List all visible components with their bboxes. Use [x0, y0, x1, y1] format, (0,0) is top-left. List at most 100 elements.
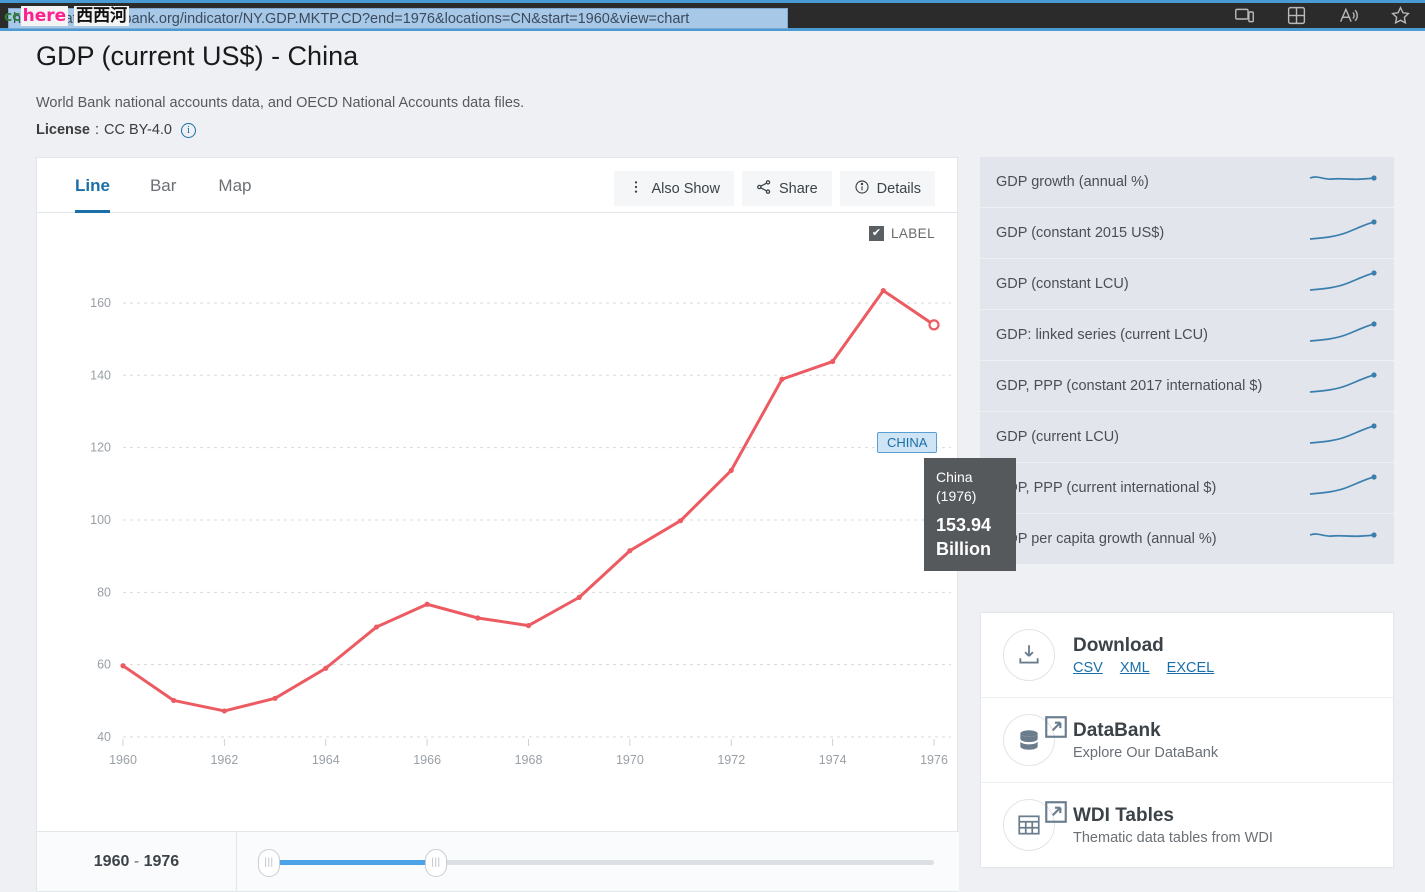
- data-point[interactable]: [880, 288, 886, 294]
- data-point[interactable]: [120, 663, 126, 669]
- slider-handle-end[interactable]: |||: [425, 848, 447, 877]
- slider-handle-start[interactable]: |||: [258, 848, 280, 877]
- related-indicator-label: GDP, PPP (current international $): [996, 480, 1217, 496]
- related-indicator-row[interactable]: GDP (constant 2015 US$): [980, 208, 1394, 259]
- year-range-slider-row: 1960 - 1976 ||| |||: [37, 831, 959, 891]
- watermark-cc: cc: [4, 9, 21, 25]
- series-line-china: [121, 289, 936, 713]
- wdi-tables-text: WDI Tables Thematic data tables from WDI: [1073, 805, 1273, 846]
- data-point[interactable]: [323, 665, 329, 671]
- also-show-button[interactable]: Also Show: [614, 171, 734, 206]
- collections-grid-icon[interactable]: [1285, 5, 1307, 27]
- wdi-tables-row[interactable]: WDI Tables Thematic data tables from WDI: [981, 783, 1393, 867]
- label-toggle[interactable]: ✔ LABEL: [868, 226, 935, 241]
- related-indicator-label: GDP growth (annual %): [996, 174, 1149, 190]
- wdi-tables-subtitle: Thematic data tables from WDI: [1073, 829, 1273, 846]
- related-indicator-label: GDP, PPP (constant 2017 international $): [996, 378, 1263, 394]
- related-indicator-row[interactable]: GDP, PPP (current international $): [980, 463, 1394, 514]
- databank-subtitle: Explore Our DataBank: [1073, 744, 1219, 761]
- data-point[interactable]: [830, 358, 836, 365]
- watermark-chinese: 西西河: [74, 6, 130, 26]
- license-line: License : CC BY-4.0 i: [36, 122, 196, 138]
- x-axis-tick-label: 1976: [920, 753, 948, 767]
- share-button[interactable]: Share: [741, 171, 832, 206]
- x-axis-tick-label: 1968: [515, 753, 543, 767]
- chart-tooltip: China (1976) 153.94 Billion: [924, 458, 1016, 572]
- line-chart-plot: 40 60 80 100 120 140 160 1960 1962 1964 1966 1968 19…: [37, 254, 1016, 814]
- details-button[interactable]: Details: [839, 171, 935, 206]
- license-value: CC BY-4.0: [104, 122, 172, 138]
- range-end-year: 1976: [143, 853, 180, 870]
- data-point[interactable]: [475, 615, 481, 621]
- slider-fill: [267, 859, 434, 865]
- data-point[interactable]: [525, 622, 532, 629]
- x-axis-tick-label: 1960: [109, 753, 137, 767]
- data-point[interactable]: [627, 548, 633, 554]
- range-dash: -: [133, 853, 140, 870]
- download-xml-link[interactable]: XML: [1120, 660, 1150, 676]
- sparkline-icon: [1306, 218, 1378, 249]
- related-indicator-label: GDP: linked series (current LCU): [996, 327, 1208, 343]
- license-separator: :: [95, 122, 100, 138]
- read-aloud-icon[interactable]: [1337, 5, 1359, 27]
- favorites-star-icon[interactable]: [1389, 5, 1411, 27]
- data-point[interactable]: [779, 376, 785, 382]
- external-link-icon: [1043, 714, 1067, 738]
- data-point[interactable]: [221, 708, 227, 714]
- label-checkbox-text: LABEL: [890, 226, 935, 241]
- download-csv-link[interactable]: CSV: [1073, 660, 1103, 676]
- slider-area[interactable]: ||| |||: [237, 832, 959, 892]
- related-indicator-row[interactable]: GDP, PPP (constant 2017 international $): [980, 361, 1394, 412]
- related-indicator-row[interactable]: GDP (current LCU): [980, 412, 1394, 463]
- related-indicator-row[interactable]: GDP (constant LCU): [980, 259, 1394, 310]
- resources-card: Download CSV XML EXCEL DataBank Explore …: [980, 612, 1394, 868]
- x-axis-tick-label: 1974: [819, 753, 847, 767]
- tab-bar[interactable]: Bar: [150, 158, 176, 213]
- download-excel-link[interactable]: EXCEL: [1167, 660, 1215, 676]
- related-indicator-row[interactable]: GDP growth (annual %): [980, 157, 1394, 208]
- series-label-badge[interactable]: CHINA: [877, 432, 938, 453]
- data-point[interactable]: [728, 467, 734, 474]
- sparkline-icon: [1306, 422, 1378, 453]
- page-subtitle: World Bank national accounts data, and O…: [36, 95, 525, 111]
- tooltip-country: China: [936, 469, 973, 485]
- tooltip-year: (1976): [936, 487, 977, 504]
- page-title: GDP (current US$) - China: [36, 41, 359, 71]
- data-point[interactable]: [677, 518, 684, 524]
- data-point[interactable]: [373, 624, 380, 630]
- related-indicator-row[interactable]: GDP: linked series (current LCU): [980, 310, 1394, 361]
- database-icon: [1003, 714, 1067, 766]
- y-axis-tick-label: 140: [90, 368, 111, 382]
- data-point[interactable]: [576, 594, 582, 600]
- y-axis-tick-label: 40: [97, 730, 111, 744]
- data-point[interactable]: [171, 697, 177, 704]
- data-point[interactable]: [272, 695, 278, 701]
- related-indicator-label: GDP (current LCU): [996, 429, 1120, 445]
- related-indicators-list: GDP growth (annual %) GDP (constant 2015 …: [980, 157, 1394, 565]
- y-axis-tick-label: 120: [90, 441, 111, 455]
- license-info-icon[interactable]: i: [181, 122, 196, 138]
- download-row[interactable]: Download CSV XML EXCEL: [981, 613, 1393, 698]
- sparkline-icon: [1306, 269, 1378, 300]
- cast-device-icon[interactable]: [1233, 5, 1255, 27]
- sparkline-icon: [1306, 167, 1378, 198]
- databank-title: DataBank: [1073, 719, 1161, 741]
- x-axis-tick-label: 1964: [312, 753, 340, 767]
- tab-line[interactable]: Line: [75, 158, 110, 213]
- databank-row[interactable]: DataBank Explore Our DataBank: [981, 698, 1393, 783]
- related-indicator-row[interactable]: GDP per capita growth (annual %): [980, 514, 1394, 565]
- label-checkbox[interactable]: ✔: [868, 226, 884, 241]
- tab-map[interactable]: Map: [218, 158, 251, 213]
- chart-svg: 40 60 80 100 120 140 160 1960 1962 1964 1966 1968 19…: [90, 288, 951, 767]
- info-icon: [854, 179, 870, 199]
- data-point-highlighted[interactable]: [928, 319, 940, 331]
- sparkline-icon: [1306, 320, 1378, 351]
- data-point[interactable]: [424, 601, 430, 607]
- page-content: GDP (current US$) - China World Bank nat…: [0, 31, 1425, 892]
- chart-tabs: Line Bar Map Also Show Share Details: [37, 158, 957, 213]
- download-icon: [1003, 629, 1055, 681]
- tooltip-unit: Billion: [936, 539, 991, 560]
- sparkline-icon: [1306, 473, 1378, 504]
- watermark: cc here 西西河: [4, 1, 130, 26]
- watermark-here: here: [20, 6, 69, 26]
